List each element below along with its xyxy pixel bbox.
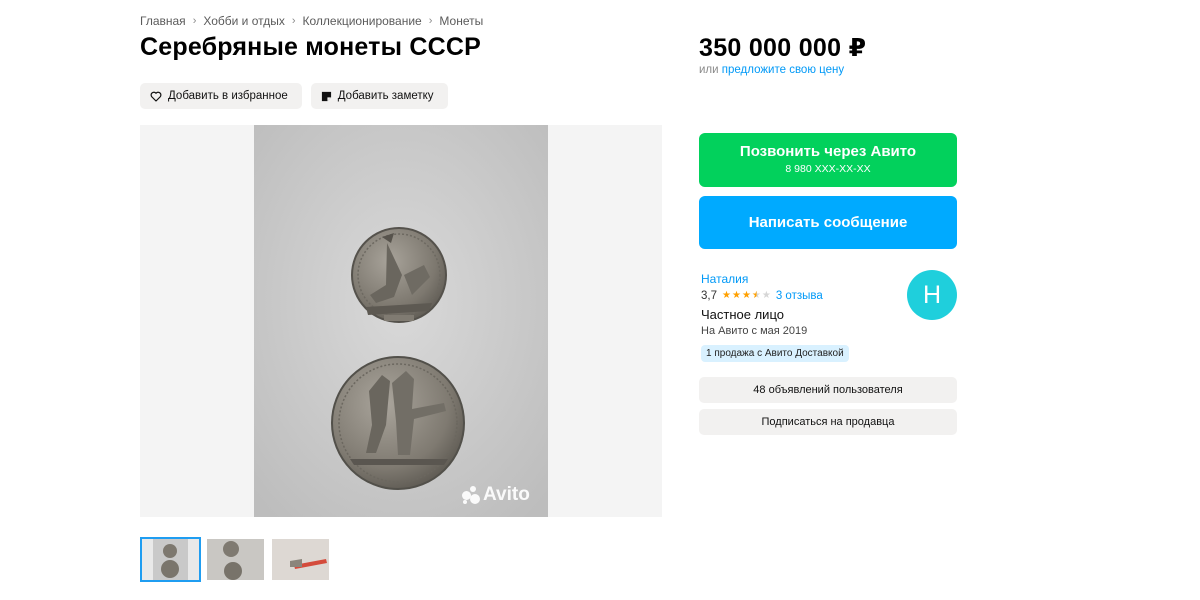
rating-stars: ★ ★ ★ ★ ★	[722, 291, 771, 301]
write-message-button[interactable]: Написать сообщение	[699, 196, 957, 249]
add-to-favorites-button[interactable]: Добавить в избранное	[140, 83, 302, 109]
reviews-link[interactable]: 3 отзыва	[776, 290, 823, 302]
price: 350 000 000 ₽	[699, 34, 867, 62]
seller-type: Частное лицо	[701, 307, 784, 322]
thumbnail-2[interactable]	[205, 537, 266, 582]
breadcrumb-hobby[interactable]: Хобби и отдых	[203, 14, 285, 28]
photo-gallery[interactable]: Avito	[140, 125, 662, 517]
offer-prefix: или	[699, 64, 719, 76]
breadcrumb-separator: ›	[192, 15, 197, 27]
seller-name-link[interactable]: Наталия	[701, 272, 748, 286]
breadcrumb-separator: ›	[428, 15, 433, 27]
star-icon: ★	[722, 290, 731, 301]
price-offer: или предложите свою цену	[699, 64, 844, 76]
avito-logo-icon	[462, 486, 480, 504]
call-button-label: Позвонить через Авито	[739, 143, 917, 160]
main-photo	[254, 125, 548, 517]
thumbnail-image	[207, 539, 264, 580]
add-to-favorites-label: Добавить в избранное	[168, 90, 288, 102]
seller-rating: 3,7 ★ ★ ★ ★ ★ 3 отзыва	[701, 290, 823, 302]
thumbnail-3[interactable]	[270, 537, 331, 582]
call-button-phone: 8 980 XXX-XX-XX	[785, 163, 871, 175]
thumbnail-image	[142, 539, 199, 580]
thumbnail-strip	[140, 537, 331, 582]
star-icon: ★	[761, 290, 771, 301]
page-title: Серебряные монеты СССР	[140, 33, 481, 61]
avito-watermark: Avito	[462, 484, 530, 506]
note-icon	[321, 91, 331, 101]
breadcrumb-separator: ›	[291, 15, 296, 27]
rating-value: 3,7	[701, 290, 717, 302]
small-coin	[351, 227, 447, 323]
breadcrumb-collecting[interactable]: Коллекционирование	[303, 14, 422, 28]
star-icon: ★	[741, 290, 751, 301]
breadcrumb-home[interactable]: Главная	[140, 14, 186, 28]
seller-since: На Авито с мая 2019	[701, 325, 808, 337]
thumbnail-image	[272, 539, 329, 580]
avito-watermark-text: Avito	[483, 484, 530, 505]
breadcrumb: Главная › Хобби и отдых › Коллекциониров…	[140, 14, 483, 28]
large-coin	[331, 356, 465, 490]
thumbnail-1[interactable]	[140, 537, 201, 582]
half-star-icon: ★	[751, 290, 761, 301]
seller-listings-button[interactable]: 48 объявлений пользователя	[699, 377, 957, 403]
coins-photo	[254, 125, 548, 517]
add-note-label: Добавить заметку	[337, 90, 434, 102]
call-button[interactable]: Позвонить через Авито 8 980 XXX-XX-XX	[699, 133, 957, 187]
seller-avatar[interactable]: Н	[907, 270, 957, 320]
listing-actions: Добавить в избранное Добавить заметку	[140, 83, 448, 109]
heart-icon	[150, 91, 162, 102]
offer-price-link[interactable]: предложите свою цену	[722, 64, 844, 76]
star-icon: ★	[731, 290, 741, 301]
delivery-badge: 1 продажа с Авито Доставкой	[701, 345, 849, 362]
add-note-button[interactable]: Добавить заметку	[310, 83, 448, 109]
subscribe-seller-button[interactable]: Подписаться на продавца	[699, 409, 957, 435]
breadcrumb-coins[interactable]: Монеты	[439, 14, 483, 28]
